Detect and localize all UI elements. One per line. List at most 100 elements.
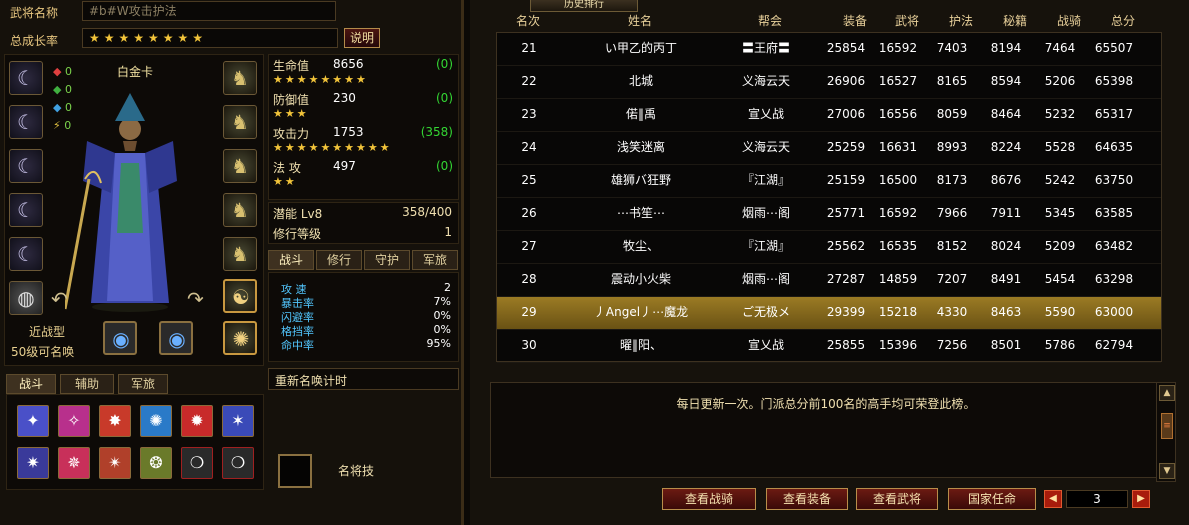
cell-name: 偌‖禹 bbox=[625, 107, 656, 121]
skill-icon-3[interactable]: ✸ bbox=[99, 405, 131, 437]
cell-rank: 22 bbox=[521, 74, 537, 88]
table-row[interactable]: 27 牧尘、 『江湖』 25562 16535 8152 8024 5209 63482 bbox=[497, 231, 1161, 264]
cell-rank: 28 bbox=[521, 272, 537, 286]
cell-guard: 8173 bbox=[936, 173, 968, 187]
info-text: 每日更新一次。门派总分前100名的高手均可荣登此榜。 bbox=[676, 397, 976, 411]
equip-slot-1[interactable]: ☾ bbox=[9, 61, 43, 95]
equip-slot-8[interactable]: ♞ bbox=[223, 105, 257, 139]
famous-skill-slot[interactable] bbox=[278, 454, 312, 488]
tab-army[interactable]: 军旅 bbox=[412, 250, 458, 270]
skill-icon-2[interactable]: ✧ bbox=[58, 405, 90, 437]
skill-icon-6[interactable]: ✶ bbox=[222, 405, 254, 437]
cell-general: 15218 bbox=[878, 305, 918, 319]
cell-name: 曜‖阳、 bbox=[619, 338, 662, 352]
skill-tab-support[interactable]: 辅助 bbox=[60, 374, 114, 394]
yinyang-icon: ☯ bbox=[232, 285, 250, 309]
explain-button[interactable]: 说明 bbox=[344, 28, 380, 48]
equip-slot-11[interactable]: ♞ bbox=[223, 237, 257, 271]
equip-slot-2[interactable]: ☾ bbox=[9, 105, 43, 139]
table-row[interactable]: 26 ⋯书笙⋯ 烟雨⋯阁 25771 16592 7966 7911 5345 63585 bbox=[497, 198, 1161, 231]
equip-slot-7[interactable]: ♞ bbox=[223, 61, 257, 95]
table-row[interactable]: 22 北城 义海云天 26906 16527 8165 8594 5206 65398 bbox=[497, 66, 1161, 99]
orb-icon: ◍ bbox=[17, 286, 35, 310]
mini-stat-1: ◆ 0 bbox=[53, 65, 72, 78]
equip-slot-9[interactable]: ♞ bbox=[223, 149, 257, 183]
skill-tab-combat[interactable]: 战斗 bbox=[6, 374, 56, 394]
table-row[interactable]: 25 雄狮バ狂野 『江湖』 25159 16500 8173 8676 5242 63750 bbox=[497, 165, 1161, 198]
boot-icon: ♞ bbox=[231, 110, 249, 134]
table-row[interactable]: 21 い甲乙的丙丁 〓王府〓 25854 16592 7403 8194 7464 65507 bbox=[497, 33, 1161, 66]
tab-guard[interactable]: 守护 bbox=[364, 250, 410, 270]
skill-icon-5[interactable]: ✹ bbox=[181, 405, 213, 437]
gem-slot-2[interactable]: ◉ bbox=[159, 321, 193, 355]
equip-slot-12[interactable]: ☯ bbox=[223, 279, 257, 313]
equip-slot-10[interactable]: ♞ bbox=[223, 193, 257, 227]
equip-slot-13[interactable]: ✺ bbox=[223, 321, 257, 355]
cell-name: 浅笑迷离 bbox=[616, 140, 665, 154]
equip-slot-5[interactable]: ☾ bbox=[9, 237, 43, 271]
skill-icon-9[interactable]: ✴ bbox=[99, 447, 131, 479]
cell-equip: 25562 bbox=[826, 239, 866, 253]
cell-mount: 5345 bbox=[1044, 206, 1076, 220]
skill-icon-1[interactable]: ✦ bbox=[17, 405, 49, 437]
cell-total: 63298 bbox=[1094, 272, 1134, 286]
table-row[interactable]: 24 浅笑迷离 义海云天 25259 16631 8993 8224 5528 64635 bbox=[497, 132, 1161, 165]
cell-rank: 26 bbox=[521, 206, 537, 220]
claw-icon: ☾ bbox=[17, 110, 35, 134]
table-row[interactable]: 28 震动小火柴 烟雨⋯阁 27287 14859 7207 8491 5454 63298 bbox=[497, 264, 1161, 297]
growth-rate-stars: ★★★★★★★★ bbox=[82, 28, 338, 48]
skill-tab-army[interactable]: 军旅 bbox=[118, 374, 168, 394]
table-row[interactable]: 30 曜‖阳、 宣乂战 25855 15396 7256 8501 5786 62794 bbox=[497, 330, 1161, 363]
hp-stat: 生命值 8656 (0) bbox=[273, 57, 453, 73]
cell-mount: 5528 bbox=[1044, 140, 1076, 154]
cell-book: 8194 bbox=[990, 41, 1022, 55]
cell-guild: 〓王府〓 bbox=[741, 41, 790, 55]
header-rank: 名次 bbox=[515, 14, 540, 28]
skill-icon-8[interactable]: ✵ bbox=[58, 447, 90, 479]
cell-rank: 23 bbox=[521, 107, 537, 121]
tab-combat[interactable]: 战斗 bbox=[268, 250, 314, 270]
cell-rank: 29 bbox=[521, 305, 537, 319]
skill-icon-10[interactable]: ❂ bbox=[140, 447, 172, 479]
view-equipment-button[interactable]: 查看装备 bbox=[766, 488, 848, 510]
skill-icon-4[interactable]: ✺ bbox=[140, 405, 172, 437]
equip-slot-4[interactable]: ☾ bbox=[9, 193, 43, 227]
tab-cultivation[interactable]: 修行 bbox=[316, 250, 362, 270]
scroll-down-icon[interactable]: ▼ bbox=[1159, 463, 1175, 479]
cell-guard: 7403 bbox=[936, 41, 968, 55]
page-next-icon[interactable]: ▶ bbox=[1132, 490, 1150, 508]
cell-equip: 25854 bbox=[826, 41, 866, 55]
page-prev-icon[interactable]: ◀ bbox=[1044, 490, 1062, 508]
cell-mount: 5206 bbox=[1044, 74, 1076, 88]
info-scrollbar[interactable]: ▲ ≡ ▼ bbox=[1156, 382, 1176, 482]
cell-general: 15396 bbox=[878, 338, 918, 352]
general-name-label: 武将名称 bbox=[10, 6, 59, 20]
national-appoint-button[interactable]: 国家任命 bbox=[948, 488, 1036, 510]
view-general-button[interactable]: 查看武将 bbox=[856, 488, 938, 510]
cell-general: 16500 bbox=[878, 173, 918, 187]
magic-stars: ★★ bbox=[273, 175, 297, 188]
skill-icon-11[interactable]: ❍ bbox=[181, 447, 213, 479]
renew-timer-label: 重新名唤计时 bbox=[268, 368, 459, 390]
rotate-left-icon[interactable]: ↶ bbox=[51, 287, 68, 311]
cell-guild: 烟雨⋯阁 bbox=[741, 206, 790, 220]
table-row[interactable]: 23 偌‖禹 宣乂战 27006 16556 8059 8464 5232 65317 bbox=[497, 99, 1161, 132]
cell-mount: 5454 bbox=[1044, 272, 1076, 286]
general-name-field[interactable]: #b#W攻击护法 bbox=[82, 1, 336, 21]
ranking-tab-title[interactable]: 历史排行 bbox=[530, 0, 638, 12]
equip-slot-3[interactable]: ☾ bbox=[9, 149, 43, 183]
equip-slot-6[interactable]: ◍ bbox=[9, 281, 43, 315]
cell-total: 65317 bbox=[1094, 107, 1134, 121]
header-book: 秘籍 bbox=[1002, 14, 1027, 28]
gem-slot-1[interactable]: ◉ bbox=[103, 321, 137, 355]
scroll-up-icon[interactable]: ▲ bbox=[1159, 385, 1175, 401]
skill-icon-12[interactable]: ❍ bbox=[222, 447, 254, 479]
skill-icon-7[interactable]: ✷ bbox=[17, 447, 49, 479]
general-info-panel: 武将名称 #b#W攻击护法 总成长率 ★★★★★★★★ 说明 ☾ ☾ ☾ ☾ ☾… bbox=[0, 0, 464, 525]
rotate-right-icon[interactable]: ↷ bbox=[187, 287, 204, 311]
table-row[interactable]: 29 丿Angel丿⋯魔龙 ご无极メ 29399 15218 4330 8463 5590 63… bbox=[497, 297, 1161, 330]
page-number[interactable]: 3 bbox=[1066, 490, 1128, 508]
scroll-thumb[interactable]: ≡ bbox=[1161, 413, 1173, 439]
cell-mount: 5242 bbox=[1044, 173, 1076, 187]
view-mount-button[interactable]: 查看战骑 bbox=[662, 488, 756, 510]
